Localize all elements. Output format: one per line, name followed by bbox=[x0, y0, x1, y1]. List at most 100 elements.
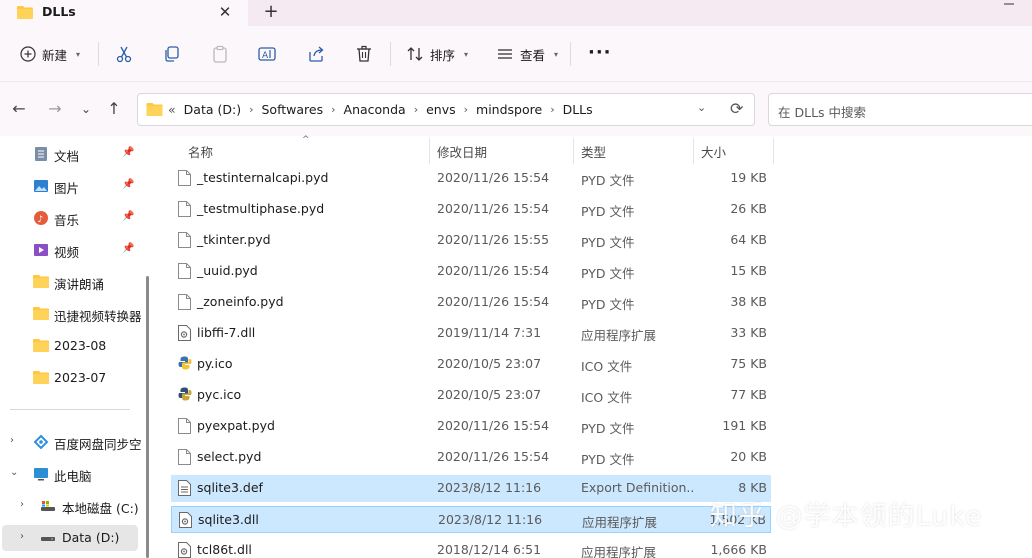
sidebar-item-folder[interactable]: 迅捷视频转换器 bbox=[0, 301, 146, 327]
paste-button[interactable] bbox=[211, 42, 229, 66]
breadcrumb-item[interactable]: mindspore bbox=[476, 102, 542, 117]
breadcrumb-item[interactable]: Softwares bbox=[261, 102, 323, 117]
file-name: pyc.ico bbox=[197, 387, 242, 402]
file-size: 26 KB bbox=[730, 201, 767, 216]
sidebar-item-label: Data (D:) bbox=[62, 530, 120, 545]
chevron-right-icon[interactable]: › bbox=[20, 499, 24, 510]
file-row[interactable]: _uuid.pyd 2020/11/26 15:54 PYD 文件 15 KB bbox=[171, 258, 771, 285]
forward-arrow-icon[interactable]: → bbox=[45, 100, 65, 120]
file-row[interactable]: _tkinter.pyd 2020/11/26 15:55 PYD 文件 64 KB bbox=[171, 227, 771, 254]
rename-icon: A bbox=[258, 45, 276, 63]
search-input[interactable]: 在 DLLs 中搜索 bbox=[768, 93, 1032, 126]
breadcrumb-item[interactable]: Data (D:) bbox=[184, 102, 241, 117]
chevron-right-icon[interactable]: › bbox=[10, 435, 14, 446]
file-row[interactable]: sqlite3.def 2023/8/12 11:16 Export Definit… bbox=[171, 475, 771, 502]
python-dark-icon bbox=[178, 387, 192, 403]
address-bar[interactable]: « Data (D:) › Softwares › Anaconda › env… bbox=[137, 93, 755, 126]
sidebar-item-drive-c[interactable]: › 本地磁盘 (C:) bbox=[0, 493, 146, 519]
up-arrow-icon[interactable]: ↑ bbox=[104, 100, 124, 120]
music-icon: ♪ bbox=[33, 210, 49, 226]
file-row[interactable]: pyexpat.pyd 2020/11/26 15:54 PYD 文件 191 KB bbox=[171, 413, 771, 440]
tab-title: DLLs bbox=[42, 4, 76, 19]
tab-dlls[interactable]: DLLs ✕ bbox=[0, 0, 248, 26]
breadcrumb-item[interactable]: DLLs bbox=[563, 102, 593, 117]
column-header-size[interactable]: 大小 bbox=[701, 142, 726, 161]
chevron-right-icon[interactable]: › bbox=[331, 103, 335, 116]
sidebar-item-documents[interactable]: 文档 📌 bbox=[0, 141, 146, 167]
sidebar-scrollbar[interactable] bbox=[146, 136, 149, 558]
view-label: 查看 bbox=[520, 47, 546, 63]
scrollbar-thumb[interactable] bbox=[146, 276, 149, 558]
sidebar-item-music[interactable]: ♪ 音乐 📌 bbox=[0, 205, 146, 231]
sidebar-item-pictures[interactable]: 图片 📌 bbox=[0, 173, 146, 199]
file-row[interactable]: _testmultiphase.pyd 2020/11/26 15:54 PYD 文… bbox=[171, 196, 771, 223]
column-header-type[interactable]: 类型 bbox=[581, 142, 606, 161]
column-header-name[interactable]: 名称 bbox=[188, 142, 213, 161]
video-icon bbox=[33, 242, 49, 258]
file-type: PYD 文件 bbox=[581, 235, 635, 250]
column-divider[interactable] bbox=[693, 138, 694, 164]
file-row[interactable]: select.pyd 2020/11/26 15:54 PYD 文件 20 KB bbox=[171, 444, 771, 471]
column-divider[interactable] bbox=[429, 138, 430, 164]
column-header-date[interactable]: 修改日期 bbox=[437, 142, 487, 161]
refresh-icon[interactable]: ⟳ bbox=[730, 99, 743, 118]
view-button[interactable]: 查看 ▾ bbox=[496, 42, 558, 66]
cut-button[interactable] bbox=[115, 42, 133, 66]
file-row[interactable]: pyc.ico 2020/10/5 23:07 ICO 文件 77 KB bbox=[171, 382, 771, 409]
breadcrumb-overflow[interactable]: « bbox=[168, 102, 176, 117]
copy-button[interactable] bbox=[163, 42, 181, 66]
file-icon bbox=[178, 263, 191, 279]
pin-icon: 📌 bbox=[122, 243, 135, 254]
file-date: 2020/11/26 15:55 bbox=[437, 232, 550, 247]
file-row[interactable]: _zoneinfo.pyd 2020/11/26 15:54 PYD 文件 38 KB bbox=[171, 289, 771, 316]
file-icon bbox=[178, 294, 191, 310]
address-dropdown-icon[interactable]: ⌄ bbox=[697, 101, 706, 114]
file-name: _uuid.pyd bbox=[197, 263, 258, 278]
more-options-button[interactable]: ··· bbox=[588, 42, 612, 63]
file-icon bbox=[178, 201, 191, 217]
recent-locations-chevron-icon[interactable]: ⌄ bbox=[76, 100, 96, 120]
sidebar-item-label: 图片 bbox=[54, 181, 80, 196]
file-date: 2023/8/12 11:16 bbox=[438, 512, 543, 527]
rename-button[interactable]: A bbox=[258, 42, 276, 66]
chevron-down-icon[interactable]: ⌄ bbox=[10, 467, 18, 478]
sidebar-item-videos[interactable]: 视频 📌 bbox=[0, 237, 146, 263]
file-name: tcl86t.dll bbox=[197, 542, 252, 557]
file-type: PYD 文件 bbox=[581, 204, 635, 219]
chevron-right-icon[interactable]: › bbox=[464, 103, 468, 116]
file-row[interactable]: _testinternalcapi.pyd 2020/11/26 15:54 PYD… bbox=[171, 165, 771, 192]
chevron-right-icon[interactable]: › bbox=[20, 531, 24, 542]
sidebar-item-drive-d[interactable]: › Data (D:) bbox=[2, 525, 138, 551]
chevron-right-icon[interactable]: › bbox=[249, 103, 253, 116]
new-tab-button[interactable]: + bbox=[260, 2, 282, 24]
file-row[interactable]: libffi-7.dll 2019/11/14 7:31 应用程序扩展 33 KB bbox=[171, 320, 771, 347]
file-type: ICO 文件 bbox=[581, 390, 633, 405]
column-divider[interactable] bbox=[773, 138, 774, 164]
sidebar-item-folder[interactable]: 2023-08 bbox=[0, 333, 146, 359]
close-tab-icon[interactable]: ✕ bbox=[215, 2, 235, 22]
file-row[interactable]: tcl86t.dll 2018/12/14 6:51 应用程序扩展 1,666 KB bbox=[171, 537, 771, 558]
column-divider[interactable] bbox=[573, 138, 574, 164]
chevron-right-icon[interactable]: › bbox=[414, 103, 418, 116]
folder-icon bbox=[33, 370, 49, 386]
file-row[interactable]: sqlite3.dll 2023/8/12 11:16 应用程序扩展 1,502 KB bbox=[171, 506, 771, 533]
back-arrow-icon[interactable]: ← bbox=[9, 100, 29, 120]
sidebar-item-label: 演讲朗诵 bbox=[54, 277, 105, 292]
delete-button[interactable] bbox=[355, 42, 373, 66]
sort-button[interactable]: 排序 ▾ bbox=[406, 42, 468, 66]
sidebar-item-this-pc[interactable]: ⌄ 此电脑 bbox=[0, 461, 146, 487]
share-icon bbox=[307, 45, 325, 63]
share-button[interactable] bbox=[307, 42, 325, 66]
breadcrumb-item[interactable]: Anaconda bbox=[344, 102, 406, 117]
chevron-right-icon[interactable]: › bbox=[550, 103, 554, 116]
new-button[interactable]: 新建 ▾ bbox=[20, 42, 80, 66]
breadcrumb-item[interactable]: envs bbox=[426, 102, 456, 117]
dll-icon bbox=[178, 542, 191, 558]
minimize-button[interactable] bbox=[1000, 0, 1020, 6]
file-row[interactable]: py.ico 2020/10/5 23:07 ICO 文件 75 KB bbox=[171, 351, 771, 378]
sidebar-item-baidu-netdisk[interactable]: › 百度网盘同步空 bbox=[0, 429, 146, 455]
sidebar-item-folder[interactable]: 演讲朗诵 bbox=[0, 269, 146, 295]
file-type: 应用程序扩展 bbox=[581, 545, 657, 558]
sidebar-item-folder[interactable]: 2023-07 bbox=[0, 365, 146, 391]
new-label: 新建 bbox=[42, 47, 68, 63]
